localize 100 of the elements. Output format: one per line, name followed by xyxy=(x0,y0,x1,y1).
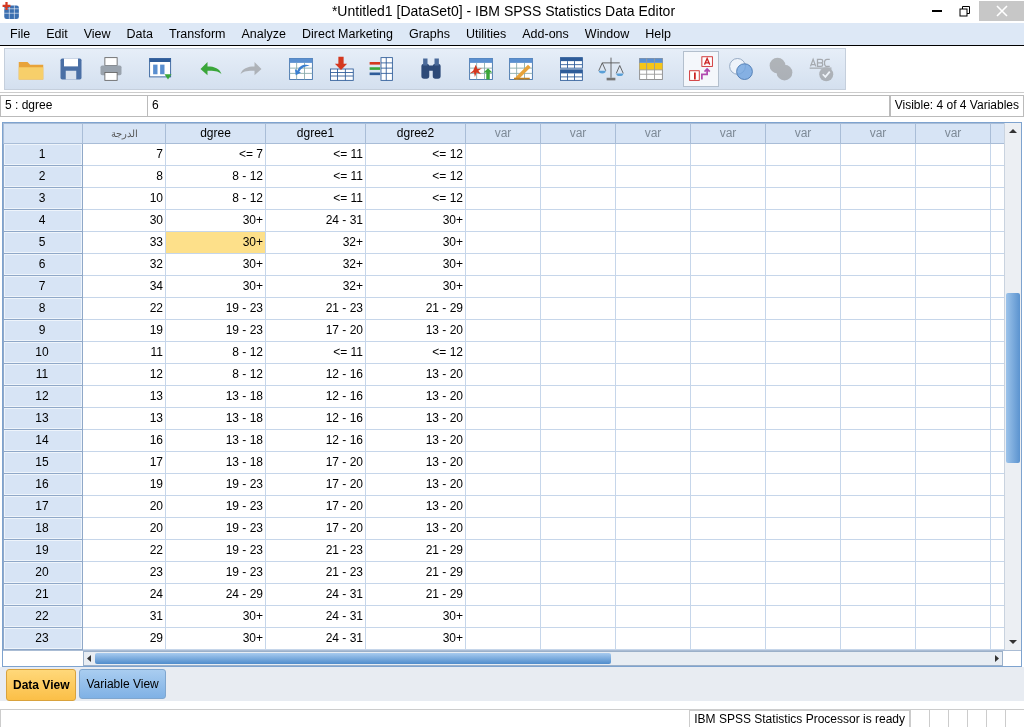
table-cell[interactable]: 12 xyxy=(82,363,166,386)
table-cell[interactable]: 12 - 16 xyxy=(265,385,366,408)
table-cell[interactable]: 30+ xyxy=(165,605,266,628)
menu-item[interactable]: Data xyxy=(118,26,161,41)
menu-item[interactable]: Edit xyxy=(38,26,76,41)
table-cell[interactable]: 30+ xyxy=(165,627,266,650)
table-cell[interactable]: 13 xyxy=(82,407,166,430)
table-cell[interactable]: 19 - 23 xyxy=(165,517,266,540)
row-header[interactable]: 17 xyxy=(3,495,83,518)
table-cell[interactable]: 29 xyxy=(82,627,166,650)
table-cell[interactable]: 13 - 18 xyxy=(165,429,266,452)
table-cell[interactable]: 13 - 20 xyxy=(365,495,466,518)
table-cell[interactable]: 22 xyxy=(82,539,166,562)
table-cell[interactable]: 8 - 12 xyxy=(165,341,266,364)
table-cell[interactable]: 30+ xyxy=(365,627,466,650)
table-cell[interactable]: 30+ xyxy=(365,275,466,298)
table-cell[interactable]: 31 xyxy=(82,605,166,628)
row-header[interactable]: 10 xyxy=(3,341,83,364)
menu-item[interactable]: Add-ons xyxy=(514,26,577,41)
table-cell[interactable]: 13 - 20 xyxy=(365,319,466,342)
table-cell[interactable]: 8 - 12 xyxy=(165,187,266,210)
menu-item[interactable]: View xyxy=(75,26,119,41)
table-cell[interactable]: 30+ xyxy=(365,209,466,232)
split-grid-icon[interactable] xyxy=(557,54,585,83)
row-header[interactable]: 6 xyxy=(3,253,83,276)
table-cell[interactable]: 11 xyxy=(82,341,166,364)
table-cell[interactable]: 30+ xyxy=(165,209,266,232)
table-cell[interactable]: 17 - 20 xyxy=(265,319,366,342)
table-cell[interactable]: 30+ xyxy=(165,253,266,276)
row-header[interactable]: 8 xyxy=(3,297,83,320)
menu-item[interactable]: Transform xyxy=(161,26,234,41)
table-cell[interactable]: 22 xyxy=(82,297,166,320)
table-cell[interactable]: 20 xyxy=(82,495,166,518)
table-cell[interactable]: 13 - 18 xyxy=(165,385,266,408)
table-cell[interactable]: 24 - 31 xyxy=(265,583,366,606)
table-cell[interactable]: 32 xyxy=(82,253,166,276)
table-cell[interactable]: 30+ xyxy=(365,231,466,254)
menu-item[interactable]: Direct Marketing xyxy=(293,26,401,41)
table-cell[interactable]: 8 - 12 xyxy=(165,363,266,386)
table-cell[interactable]: 12 - 16 xyxy=(265,429,366,452)
table-cell[interactable]: 24 - 31 xyxy=(265,209,366,232)
menu-item[interactable]: Graphs xyxy=(400,26,458,41)
menu-item[interactable]: Window xyxy=(576,26,638,41)
table-cell[interactable]: <= 11 xyxy=(265,165,366,188)
table-cell[interactable]: <= 11 xyxy=(265,187,366,210)
table-cell[interactable]: 17 - 20 xyxy=(265,473,366,496)
table-cell[interactable]: 21 - 23 xyxy=(265,561,366,584)
table-cell[interactable]: 13 - 20 xyxy=(365,473,466,496)
table-cell[interactable]: 19 - 23 xyxy=(165,473,266,496)
table-cell[interactable]: 21 - 23 xyxy=(265,297,366,320)
table-cell[interactable]: 8 xyxy=(82,165,166,188)
cell-name-field[interactable]: 5 : dgree xyxy=(0,94,148,117)
table-cell[interactable]: 7 xyxy=(82,143,166,166)
table-cell[interactable]: <= 12 xyxy=(365,341,466,364)
table-cell[interactable]: 24 - 31 xyxy=(265,627,366,650)
table-cell[interactable]: 17 xyxy=(82,451,166,474)
row-header[interactable]: 3 xyxy=(3,187,83,210)
table-cell[interactable]: 17 - 20 xyxy=(265,517,366,540)
table-cell[interactable]: 13 - 20 xyxy=(365,363,466,386)
row-header[interactable]: 12 xyxy=(3,385,83,408)
list-grid-icon[interactable] xyxy=(367,54,395,83)
row-header[interactable]: 13 xyxy=(3,407,83,430)
table-cell[interactable]: <= 11 xyxy=(265,341,366,364)
row-header[interactable]: 9 xyxy=(3,319,83,342)
value-labels-icon[interactable] xyxy=(687,54,715,83)
row-header[interactable]: 14 xyxy=(3,429,83,452)
table-cell[interactable]: 13 xyxy=(82,385,166,408)
menu-item[interactable]: Help xyxy=(637,26,679,41)
table-cell[interactable]: 19 - 23 xyxy=(165,495,266,518)
menu-item[interactable]: File xyxy=(2,26,39,41)
table-cell[interactable]: 19 - 23 xyxy=(165,539,266,562)
table-cell[interactable]: 19 xyxy=(82,319,166,342)
table-cell[interactable]: 21 - 23 xyxy=(265,539,366,562)
row-header[interactable]: 20 xyxy=(3,561,83,584)
table-cell[interactable]: 16 xyxy=(82,429,166,452)
scroll-right-icon[interactable] xyxy=(992,653,1002,665)
table-cell[interactable]: 19 - 23 xyxy=(165,297,266,320)
table-cell[interactable]: 17 - 20 xyxy=(265,495,366,518)
row-header[interactable]: 16 xyxy=(3,473,83,496)
view-tab[interactable]: Variable View xyxy=(79,669,166,699)
table-cell[interactable]: 30+ xyxy=(365,605,466,628)
table-cell[interactable]: 12 - 16 xyxy=(265,407,366,430)
view-tab[interactable]: Data View xyxy=(6,669,77,701)
table-cell[interactable]: <= 11 xyxy=(265,143,366,166)
table-cell[interactable]: 24 - 29 xyxy=(165,583,266,606)
row-header[interactable]: 7 xyxy=(3,275,83,298)
column-header[interactable]: dgree xyxy=(165,123,266,144)
menu-item[interactable]: Utilities xyxy=(457,26,515,41)
horizontal-scrollbar[interactable] xyxy=(83,651,1003,667)
row-header[interactable]: 18 xyxy=(3,517,83,540)
table-cell[interactable]: 17 - 20 xyxy=(265,451,366,474)
table-cell[interactable]: 13 - 20 xyxy=(365,429,466,452)
cell-value-field[interactable]: 6 xyxy=(148,94,890,117)
table-cell[interactable]: 20 xyxy=(82,517,166,540)
table-cell[interactable]: 21 - 29 xyxy=(365,583,466,606)
table-cell[interactable]: 34 xyxy=(82,275,166,298)
table-cell[interactable]: 13 - 18 xyxy=(165,407,266,430)
table-cell[interactable]: 33 xyxy=(82,231,166,254)
table-cell[interactable]: 19 - 23 xyxy=(165,319,266,342)
table-cell[interactable]: 21 - 29 xyxy=(365,297,466,320)
